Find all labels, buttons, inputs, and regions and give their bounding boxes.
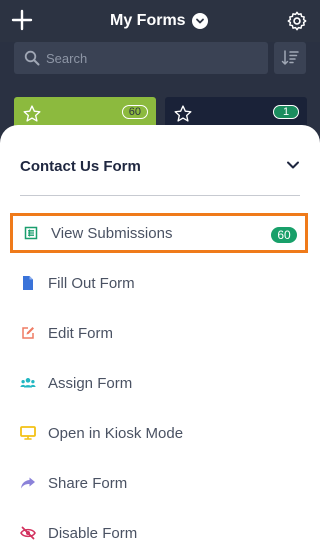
- disable-icon: [20, 525, 36, 541]
- menu-item-label: View Submissions: [51, 224, 173, 242]
- sheet-title: Contact Us Form: [20, 158, 141, 175]
- submissions-icon: [23, 225, 39, 241]
- page-title: My Forms: [110, 12, 186, 29]
- monitor-icon: [20, 425, 36, 441]
- users-icon: [20, 375, 36, 391]
- menu-item-disable-form[interactable]: Disable Form: [10, 513, 308, 546]
- submission-count-badge: 60: [271, 227, 297, 243]
- submission-count-badge: 1: [273, 105, 299, 119]
- search-input[interactable]: [46, 42, 256, 74]
- document-icon: [20, 275, 36, 291]
- star-icon[interactable]: [22, 104, 42, 124]
- menu-item-label: Fill Out Form: [48, 274, 135, 292]
- menu-item-label: Open in Kiosk Mode: [48, 424, 184, 442]
- search-bar: [14, 42, 268, 74]
- menu-item-label: Assign Form: [48, 374, 133, 392]
- edit-icon: [20, 325, 36, 341]
- menu-item-fill-out-form[interactable]: Fill Out Form: [10, 263, 308, 303]
- plus-icon[interactable]: [10, 8, 34, 32]
- menu-item-assign-form[interactable]: Assign Form: [10, 363, 308, 403]
- chevron-down-icon: [191, 13, 208, 29]
- star-icon[interactable]: [173, 104, 193, 124]
- menu-item-kiosk-mode[interactable]: Open in Kiosk Mode: [10, 413, 308, 453]
- gear-icon[interactable]: [286, 10, 308, 32]
- submission-count-badge: 60: [121, 105, 148, 119]
- app-header: My Forms: [0, 0, 320, 42]
- menu-item-share-form[interactable]: Share Form: [10, 463, 308, 503]
- chevron-down-icon[interactable]: [286, 160, 300, 170]
- sort-icon: [281, 50, 299, 65]
- menu-item-label: Share Form: [48, 474, 128, 492]
- menu-item-label: Edit Form: [48, 324, 114, 342]
- menu-item-view-submissions[interactable]: View Submissions 60: [10, 213, 308, 253]
- search-icon: [24, 50, 40, 66]
- menu-item-edit-form[interactable]: Edit Form: [10, 313, 308, 353]
- forms-title-dropdown[interactable]: My Forms: [110, 9, 208, 33]
- menu-item-label: Disable Form: [48, 524, 138, 542]
- form-actions-sheet: Contact Us Form View Submissions 60 Fill…: [0, 125, 320, 546]
- sort-button[interactable]: [274, 42, 306, 74]
- share-icon: [20, 475, 36, 491]
- divider: [20, 195, 300, 196]
